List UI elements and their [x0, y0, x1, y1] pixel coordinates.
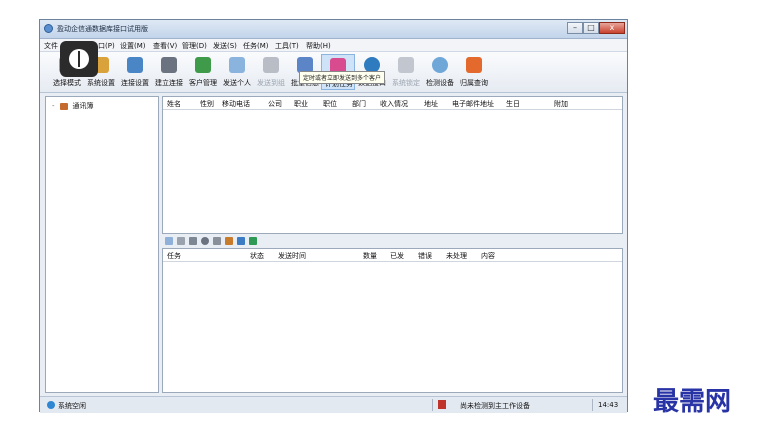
device-status-text: 尚未检测到主工作设备	[460, 402, 530, 410]
column-header[interactable]: 状态	[250, 251, 264, 261]
connect-button[interactable]: 建立连接	[152, 54, 186, 90]
tools-icon[interactable]	[225, 237, 233, 245]
status-divider	[432, 399, 433, 411]
magnifier-icon	[432, 57, 448, 73]
document-icon[interactable]	[213, 237, 221, 245]
gear-small-icon[interactable]	[201, 237, 209, 245]
users-icon[interactable]	[237, 237, 245, 245]
column-header[interactable]: 生日	[506, 99, 520, 109]
system-status-icon	[47, 401, 55, 409]
column-header[interactable]: 职位	[323, 99, 337, 109]
send-group-button[interactable]: 发送到组	[254, 54, 288, 90]
status-bar: 系统空闲 尚未检测到主工作设备 14:43	[40, 396, 627, 413]
column-header[interactable]: 任务	[167, 251, 181, 261]
send-person-icon	[229, 57, 245, 73]
column-header[interactable]: 数量	[363, 251, 377, 261]
delete-icon[interactable]	[189, 237, 197, 245]
tree-root-address-book[interactable]: - 通讯簿	[52, 101, 93, 111]
contacts-tree-pane: - 通讯簿	[45, 96, 159, 393]
brain-icon	[69, 49, 89, 69]
menu-task[interactable]: 任务(M)	[243, 41, 269, 51]
status-time: 14:43	[598, 401, 619, 409]
watermark-text: 最需网	[653, 387, 732, 417]
menu-manage[interactable]: 管理(D)	[182, 41, 207, 51]
window-title: 盈动企信通数据库接口试用版	[57, 25, 148, 33]
system-status-text: 系统空闲	[58, 402, 86, 410]
contacts-table: 姓名 性别 移动电话 公司 职业 职位 部门 收入情况 地址 电子邮件地址 生日…	[162, 96, 623, 234]
arrow-right-icon[interactable]	[165, 237, 173, 245]
status-divider	[592, 399, 593, 411]
device-warning-icon	[438, 400, 446, 409]
system-lock-button[interactable]: 系统锁定	[389, 54, 423, 90]
home-icon	[466, 57, 482, 73]
group-icon	[263, 57, 279, 73]
menu-tools[interactable]: 工具(T)	[275, 41, 299, 51]
send-individual-button[interactable]: 发送个人	[220, 54, 254, 90]
menu-send[interactable]: 发送(S)	[213, 41, 237, 51]
menu-settings[interactable]: 设置(M)	[120, 41, 146, 51]
customer-management-button[interactable]: 客户管理	[186, 54, 220, 90]
column-header[interactable]: 发送时间	[278, 251, 306, 261]
tasks-table-header: 任务 状态 发送时间 数量 已发 错误 未处理 内容	[163, 249, 622, 262]
menu-help[interactable]: 帮助(H)	[306, 41, 331, 51]
edit-document-icon	[127, 57, 143, 73]
maximize-button[interactable]: □	[583, 22, 599, 34]
column-header[interactable]: 性别	[200, 99, 214, 109]
column-header[interactable]: 内容	[481, 251, 495, 261]
location-query-label: 归属查询	[460, 79, 488, 87]
export-icon[interactable]	[249, 237, 257, 245]
column-header[interactable]: 姓名	[167, 99, 181, 109]
column-header[interactable]: 移动电话	[222, 99, 250, 109]
menu-file[interactable]: 文件	[44, 41, 58, 51]
column-header[interactable]: 职业	[294, 99, 308, 109]
column-header[interactable]: 收入情况	[380, 99, 408, 109]
customer-icon	[195, 57, 211, 73]
column-header[interactable]: 电子邮件地址	[452, 99, 494, 109]
tree-root-label: 通讯簿	[72, 102, 94, 110]
detect-device-button[interactable]: 检测设备	[423, 54, 457, 90]
brain-logo-icon	[60, 41, 98, 77]
column-header[interactable]: 附加	[554, 99, 568, 109]
column-header[interactable]: 部门	[352, 99, 366, 109]
minimize-button[interactable]: –	[567, 22, 583, 34]
close-button[interactable]: x	[599, 22, 625, 34]
title-bar: 盈动企信通数据库接口试用版 – □ x	[40, 20, 627, 39]
menu-port[interactable]: 口(P)	[98, 41, 115, 51]
location-query-button[interactable]: 归属查询	[457, 54, 491, 90]
contacts-table-header: 姓名 性别 移动电话 公司 职业 职位 部门 收入情况 地址 电子邮件地址 生日…	[163, 97, 622, 110]
address-book-icon	[60, 102, 69, 110]
menu-bar: 文件 口(P) 设置(M) 查看(V) 管理(D) 发送(S) 任务(M) 工具…	[40, 39, 627, 52]
lock-icon	[398, 57, 414, 73]
column-header[interactable]: 错误	[418, 251, 432, 261]
column-header[interactable]: 已发	[390, 251, 404, 261]
column-header[interactable]: 未处理	[446, 251, 467, 261]
task-toolbar	[162, 235, 623, 247]
tasks-table: 任务 状态 发送时间 数量 已发 错误 未处理 内容	[162, 248, 623, 393]
toolbar-tooltip: 定时或者立即发送到多个客户	[299, 71, 386, 84]
app-icon	[44, 24, 53, 33]
menu-view[interactable]: 查看(V)	[153, 41, 177, 51]
column-header[interactable]: 地址	[424, 99, 438, 109]
connection-settings-button[interactable]: 连接设置	[118, 54, 152, 90]
expand-icon[interactable]: -	[52, 102, 58, 110]
column-header[interactable]: 公司	[268, 99, 282, 109]
stop-icon[interactable]	[177, 237, 185, 245]
network-icon	[161, 57, 177, 73]
